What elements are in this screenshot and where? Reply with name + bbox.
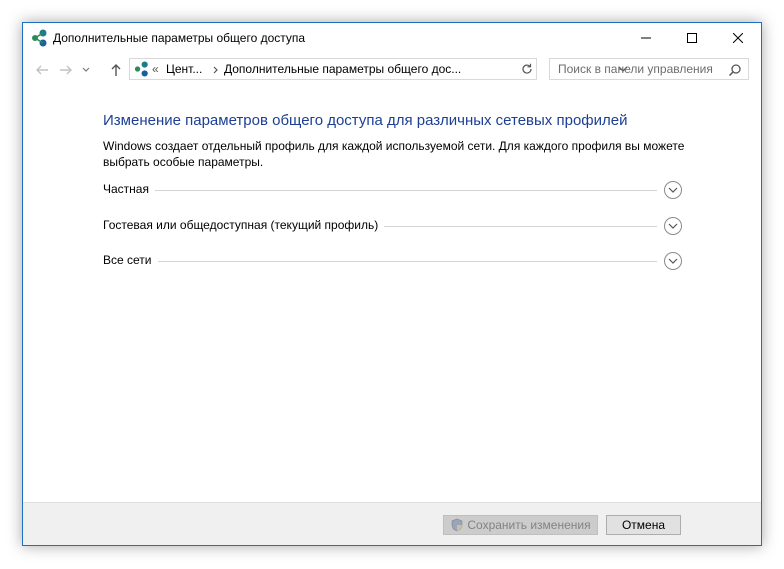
uac-shield-icon (452, 518, 463, 532)
chevron-down-circle-icon[interactable] (663, 216, 683, 236)
section-label[interactable]: Все сети (103, 253, 158, 267)
arrow-left-icon (36, 65, 48, 75)
search-icon[interactable] (728, 63, 742, 77)
control-panel-window: Дополнительные параметры общего доступа (22, 22, 762, 546)
breadcrumb-overflow[interactable]: « (152, 62, 159, 76)
breadcrumb-control-panel[interactable]: Цент... (166, 62, 202, 76)
chevron-down-circle-icon[interactable] (663, 180, 683, 200)
back-button[interactable] (31, 59, 53, 81)
section-label[interactable]: Гостевая или общедоступная (текущий проф… (103, 218, 385, 232)
navigation-bar: « Цент... Дополнительные параметры общег… (23, 55, 761, 87)
close-button[interactable] (715, 23, 761, 53)
page-title: Изменение параметров общего доступа для … (103, 112, 628, 129)
minimize-icon (641, 37, 651, 39)
forward-button[interactable] (55, 59, 77, 81)
dialog-footer: Сохранить изменения Отмена (23, 502, 761, 545)
chevron-down-circle-icon[interactable] (663, 251, 683, 271)
profile-section-private[interactable]: Частная (103, 180, 683, 204)
maximize-button[interactable] (669, 23, 715, 53)
search-placeholder: Поиск в панели управления (558, 62, 713, 76)
profile-section-guest-public[interactable]: Гостевая или общедоступная (текущий проф… (103, 216, 683, 240)
save-changes-label: Сохранить изменения (467, 518, 591, 532)
minimize-button[interactable] (623, 23, 669, 53)
search-box[interactable]: Поиск в панели управления (549, 58, 749, 80)
page-description: Windows создает отдельный профиль для ка… (103, 139, 685, 169)
chevron-down-icon (82, 67, 90, 72)
recent-pages-button[interactable] (79, 59, 93, 81)
maximize-icon (687, 33, 697, 43)
network-sharing-icon (32, 29, 47, 47)
arrow-up-icon (111, 64, 121, 76)
chevron-right-icon (213, 66, 218, 74)
up-button[interactable] (105, 59, 127, 81)
save-changes-button[interactable]: Сохранить изменения (443, 515, 598, 535)
close-icon (733, 33, 743, 43)
cancel-button[interactable]: Отмена (606, 515, 681, 535)
network-sharing-icon (134, 61, 148, 77)
breadcrumb-current[interactable]: Дополнительные параметры общего дос... (224, 62, 461, 76)
profile-section-all-networks[interactable]: Все сети (103, 251, 683, 275)
refresh-icon (521, 63, 532, 74)
section-divider (103, 190, 657, 191)
section-divider (103, 261, 657, 262)
title-bar: Дополнительные параметры общего доступа (23, 23, 761, 53)
arrow-right-icon (60, 65, 72, 75)
refresh-button[interactable] (517, 58, 537, 80)
window-title: Дополнительные параметры общего доступа (53, 31, 306, 45)
address-bar[interactable]: « Цент... Дополнительные параметры общег… (129, 58, 628, 80)
section-label[interactable]: Частная (103, 182, 155, 196)
